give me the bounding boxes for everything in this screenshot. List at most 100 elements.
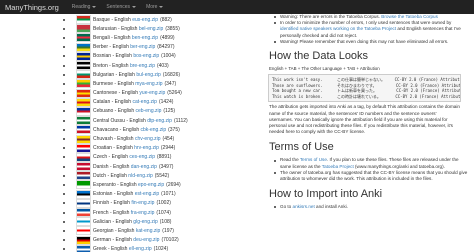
language-item: Greek - English ell-eng.zip (1024) (55, 244, 195, 252)
download-link[interactable]: mya-eng.zip (135, 81, 162, 87)
download-link[interactable]: nld-eng.zip (128, 173, 152, 179)
inline-link[interactable]: Browse the Tatoeba Corpus (381, 14, 438, 19)
sentence-count: (108) (159, 218, 172, 225)
sentence-count: (3497) (158, 163, 174, 170)
sentence-count: (70102) (161, 237, 179, 244)
bullet-icon (63, 156, 65, 159)
flag-icon (76, 42, 91, 52)
language-item: Basque - English eus-eng.zip (882) (55, 15, 195, 25)
language-name: Galician - English (93, 218, 132, 225)
language-item: Breton - English bre-eng.zip (403) (55, 61, 195, 71)
download-link[interactable]: est-eng.zip (135, 191, 159, 197)
bullet-icon (63, 101, 65, 104)
bullet-icon (63, 229, 65, 232)
download-link[interactable]: ceb-eng.zip (136, 108, 162, 114)
download-link[interactable]: yue-eng.zip (139, 90, 165, 96)
language-item: Finnish - English fin-eng.zip (1002) (55, 198, 195, 208)
sentence-count: (403) (156, 62, 169, 69)
language-name: Esperanto - English (93, 181, 137, 188)
download-link[interactable]: bel-eng.zip (139, 26, 163, 32)
sentence-count: (16826) (162, 71, 181, 78)
download-link[interactable]: chv-eng.zip (135, 136, 161, 142)
download-link[interactable]: fin-eng.zip (131, 200, 154, 206)
brand-link[interactable]: ManyThings.org (5, 3, 59, 12)
language-item: Estonian - English est-eng.zip (1071) (55, 189, 195, 199)
download-link[interactable]: ben-eng.zip (132, 35, 158, 41)
inline-text: The owner of tatoeba.org has suggested t… (280, 169, 468, 182)
inline-link[interactable]: Tatoeba Project (322, 164, 354, 169)
bullet-icon (274, 206, 276, 209)
download-link[interactable]: kat-eng.zip (136, 228, 160, 234)
bullet-item: Go to ankisrs.net and install Anki. (268, 204, 468, 210)
language-name: Bengali - English (93, 34, 131, 41)
bullet-item: Read the Terms of Use. If you plan to us… (268, 157, 468, 169)
bullet-icon (63, 138, 65, 141)
download-link[interactable]: eus-eng.zip (132, 17, 158, 23)
bullet-icon (63, 165, 65, 168)
bullet-icon (274, 41, 276, 43)
bullet-icon (63, 73, 65, 76)
flag-icon (76, 106, 91, 116)
terms-list: Read the Terms of Use. If you plan to us… (268, 157, 468, 182)
download-link[interactable]: deu-eng.zip (133, 237, 159, 243)
bullet-item: The owner of tatoeba.org has suggested t… (268, 170, 468, 182)
bullet-icon (63, 82, 65, 85)
data-format-line: English + TAB + The Other Language + TAB… (269, 66, 380, 72)
language-name: Chuvash - English (93, 136, 134, 143)
flag-icon (76, 180, 91, 190)
sentence-count: (1024) (153, 246, 169, 252)
inline-link[interactable]: Terms of Use (300, 157, 327, 162)
download-link[interactable]: bre-eng.zip (130, 63, 155, 69)
download-link[interactable]: fra-eng.zip (131, 210, 155, 216)
bullet-icon (63, 18, 65, 21)
download-link[interactable]: ell-eng.zip (129, 246, 152, 252)
sentence-count: (125) (163, 108, 176, 115)
language-name: Cebuano - English (93, 108, 135, 115)
nav-more[interactable]: More (146, 4, 164, 10)
download-link[interactable]: epo-eng.zip (138, 182, 164, 188)
download-link[interactable]: cat-eng.zip (132, 99, 156, 105)
download-link[interactable]: dan-eng.zip (131, 164, 157, 170)
download-link[interactable]: ces-eng.zip (129, 154, 155, 160)
language-item: Cantonese - English yue-eng.zip (5264) (55, 88, 195, 98)
download-link[interactable]: cbk-eng.zip (141, 127, 167, 133)
bullet-icon (63, 211, 65, 214)
inline-link[interactable]: identified native speakers working on th… (280, 26, 396, 31)
language-item: Danish - English dan-eng.zip (3497) (55, 162, 195, 172)
inline-text: and install Anki. (314, 204, 348, 210)
flag-icon (76, 189, 91, 199)
download-link[interactable]: hrv-eng.zip (134, 145, 159, 151)
bullet-icon (63, 248, 65, 251)
flag-icon (76, 244, 91, 252)
anki-heading: How to Import into Anki (269, 188, 383, 201)
warning-list: Warning: There are errors in the Tatoeba… (268, 14, 468, 45)
language-item: German - English deu-eng.zip (70102) (55, 235, 195, 245)
nav-reading[interactable]: Reading (72, 4, 97, 10)
sentence-count: (375) (168, 126, 180, 133)
top-navbar: ManyThings.org Reading Sentences More (0, 0, 474, 14)
anki-list: Go to ankisrs.net and install Anki. (268, 204, 468, 210)
inline-text: Warning! Please remember that even doing… (280, 38, 449, 44)
language-name: Greek - English (93, 246, 128, 252)
sentence-count: (1071) (161, 191, 176, 198)
bullet-icon (63, 174, 65, 177)
language-item: Galician - English glg-eng.zip (108) (55, 217, 195, 227)
nav-sentences[interactable]: Sentences (106, 4, 137, 10)
language-name: Belarusian - English (93, 25, 138, 32)
bullet-icon (63, 128, 65, 131)
download-link[interactable]: bul-eng.zip (136, 72, 160, 78)
nav-reading-label: Reading (71, 4, 91, 10)
download-link[interactable]: dtp-eng.zip (147, 118, 172, 124)
inline-link[interactable]: ankisrs.net (293, 204, 315, 209)
main-content: Warning: There are errors in the Tatoeba… (268, 14, 468, 252)
bullet-icon (63, 110, 65, 113)
download-link[interactable]: ber-eng.zip (130, 44, 155, 50)
language-name: Croatian - English (93, 145, 133, 152)
inline-text: (www.manythings.org/anki and tatoeba.org… (353, 163, 445, 169)
download-link[interactable]: glg-eng.zip (133, 219, 157, 225)
sentence-count: (2944) (160, 145, 176, 152)
bullet-icon (274, 22, 276, 25)
download-link[interactable]: bos-eng.zip (133, 53, 159, 59)
code-line: Tom bought a new car. トムは新車を買った。 CC-BY 2… (272, 88, 461, 94)
flag-icon (76, 162, 91, 172)
